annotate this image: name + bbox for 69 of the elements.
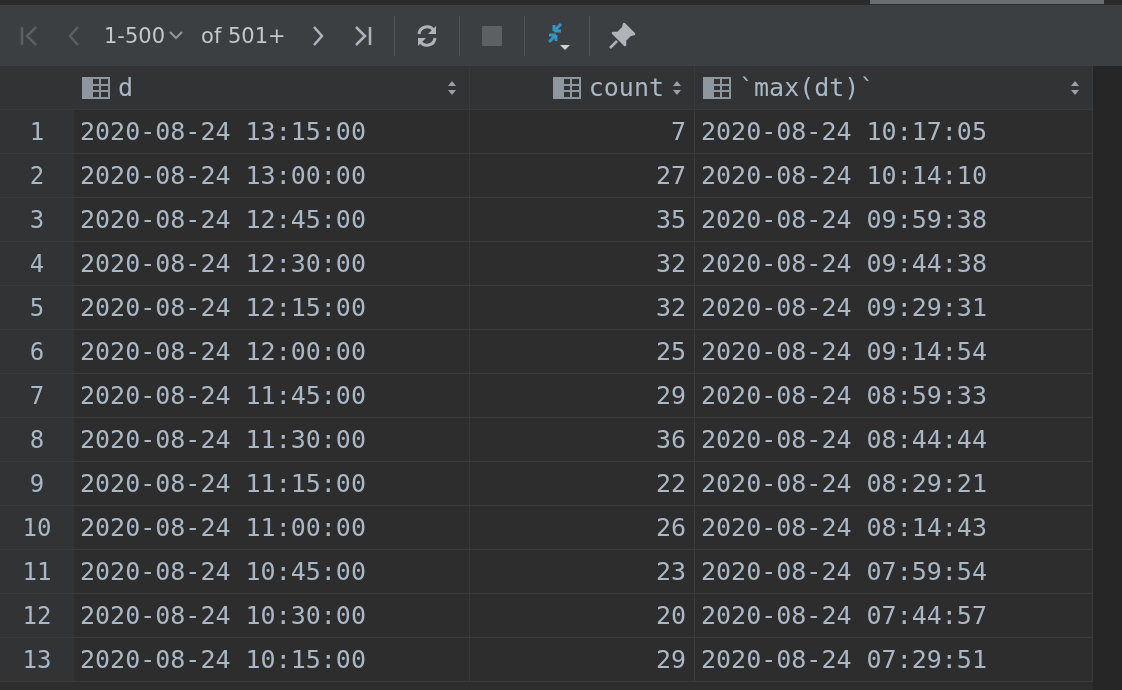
table-cell: 25 bbox=[470, 330, 695, 374]
table-cell: 2020-08-24 10:17:05 bbox=[695, 110, 1093, 154]
stop-icon bbox=[481, 25, 502, 46]
table-cell: 2020-08-24 13:00:00 bbox=[74, 154, 470, 198]
table-cell: 20 bbox=[470, 594, 695, 638]
row-number: 5 bbox=[0, 286, 74, 330]
table-cell: 2020-08-24 10:45:00 bbox=[74, 550, 470, 594]
table-cell: 2020-08-24 09:59:38 bbox=[695, 198, 1093, 242]
table-icon bbox=[82, 76, 110, 99]
table-cell: 2020-08-24 09:29:31 bbox=[695, 286, 1093, 330]
table-cell: 27 bbox=[470, 154, 695, 198]
total-rows-label: of 501+ bbox=[200, 23, 287, 48]
row-number: 3 bbox=[0, 198, 74, 242]
table-cell: 2020-08-24 09:44:38 bbox=[695, 242, 1093, 286]
row-number: 12 bbox=[0, 594, 74, 638]
table-cell: 29 bbox=[470, 374, 695, 418]
table-cell: 29 bbox=[470, 638, 695, 682]
table-cell: 2020-08-24 12:00:00 bbox=[74, 330, 470, 374]
table-cell: 2020-08-24 07:44:57 bbox=[695, 594, 1093, 638]
table-cell: 2020-08-24 12:30:00 bbox=[74, 242, 470, 286]
table-cell: 35 bbox=[470, 198, 695, 242]
table-cell: 32 bbox=[470, 242, 695, 286]
sort-icon[interactable] bbox=[447, 79, 457, 96]
table-cell: 2020-08-24 11:45:00 bbox=[74, 374, 470, 418]
table-cell: 7 bbox=[470, 110, 695, 154]
row-number: 8 bbox=[0, 418, 74, 462]
table-cell: 2020-08-24 08:59:33 bbox=[695, 374, 1093, 418]
column-header[interactable]: count bbox=[470, 66, 695, 110]
table-cell: 2020-08-24 11:15:00 bbox=[74, 462, 470, 506]
row-number: 7 bbox=[0, 374, 74, 418]
row-number: 6 bbox=[0, 330, 74, 374]
table-cell: 2020-08-24 07:29:51 bbox=[695, 638, 1093, 682]
table-cell: 2020-08-24 11:00:00 bbox=[74, 506, 470, 550]
table-cell: 2020-08-24 12:45:00 bbox=[74, 198, 470, 242]
sort-icon[interactable] bbox=[672, 79, 682, 96]
row-number: 11 bbox=[0, 550, 74, 594]
table-cell: 2020-08-24 12:15:00 bbox=[74, 286, 470, 330]
table-cell: 2020-08-24 13:15:00 bbox=[74, 110, 470, 154]
row-number: 4 bbox=[0, 242, 74, 286]
page-range-dropdown[interactable]: 1-500 bbox=[98, 19, 190, 52]
table-cell: 23 bbox=[470, 550, 695, 594]
row-number: 1 bbox=[0, 110, 74, 154]
row-number: 13 bbox=[0, 638, 74, 682]
row-number: 9 bbox=[0, 462, 74, 506]
chevron-right-icon bbox=[310, 24, 325, 47]
table-cell: 2020-08-24 08:14:43 bbox=[695, 506, 1093, 550]
sort-icon[interactable] bbox=[1070, 79, 1080, 96]
table-cell: 2020-08-24 07:59:54 bbox=[695, 550, 1093, 594]
table-icon bbox=[703, 76, 731, 99]
table-cell: 36 bbox=[470, 418, 695, 462]
table-cell: 22 bbox=[470, 462, 695, 506]
table-cell: 2020-08-24 08:44:44 bbox=[695, 418, 1093, 462]
row-number: 10 bbox=[0, 506, 74, 550]
chevron-down-icon bbox=[169, 31, 184, 40]
table-cell: 2020-08-24 10:15:00 bbox=[74, 638, 470, 682]
table-cell: 26 bbox=[470, 506, 695, 550]
scrollbar-thumb[interactable] bbox=[870, 0, 1104, 4]
table-cell: 2020-08-24 09:14:54 bbox=[695, 330, 1093, 374]
row-number: 2 bbox=[0, 154, 74, 198]
table-icon bbox=[552, 76, 581, 99]
table-cell: 2020-08-24 08:29:21 bbox=[695, 462, 1093, 506]
table-cell: 2020-08-24 10:30:00 bbox=[74, 594, 470, 638]
table-cell: 2020-08-24 10:14:10 bbox=[695, 154, 1093, 198]
column-header[interactable]: d bbox=[74, 66, 470, 110]
table-cell: 32 bbox=[470, 286, 695, 330]
chevron-left-icon bbox=[67, 24, 81, 47]
table-cell: 2020-08-24 11:30:00 bbox=[74, 418, 470, 462]
column-header[interactable]: `max(dt)` bbox=[695, 66, 1093, 110]
pin-icon bbox=[607, 21, 636, 50]
